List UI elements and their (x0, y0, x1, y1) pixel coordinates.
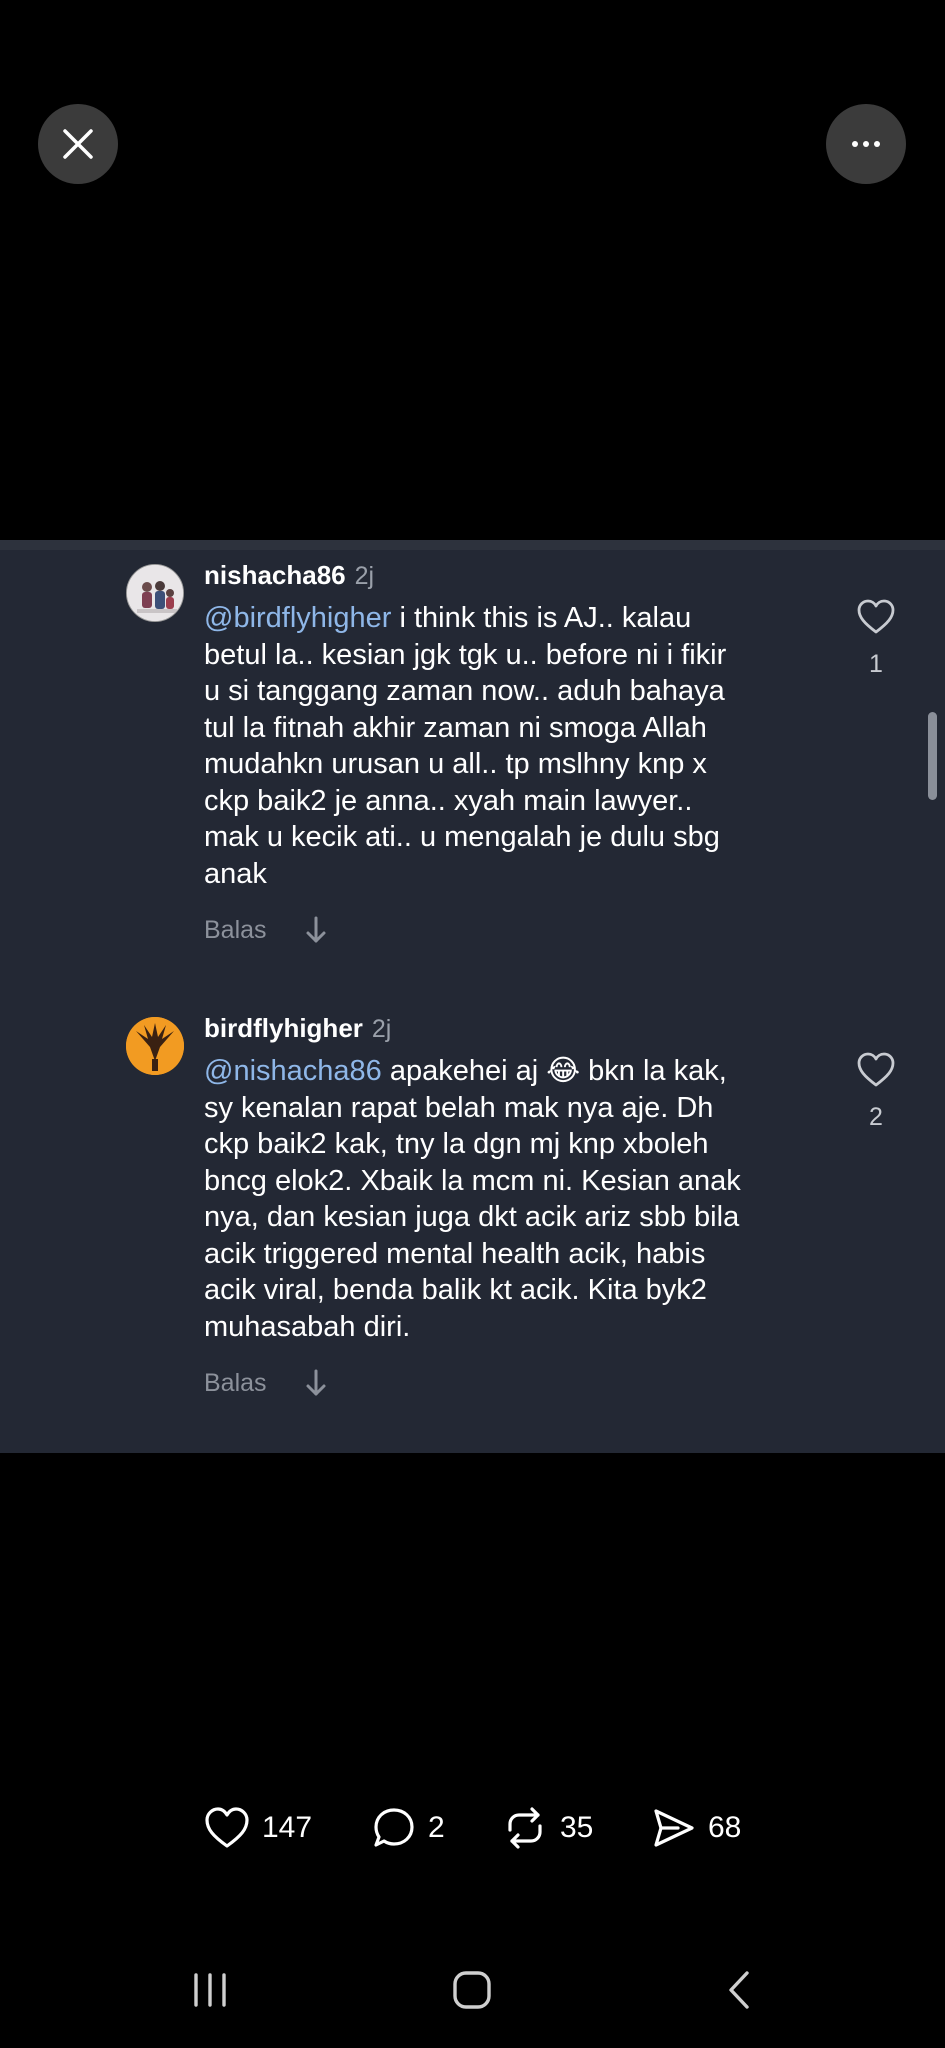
more-options-button[interactable] (826, 104, 906, 184)
reply-row: Balas (204, 1363, 327, 1403)
like-button[interactable]: 147 (204, 1800, 312, 1856)
comment-body: apakehei aj 😂 bkn la kak, sy kenalan rap… (204, 1055, 741, 1343)
repost-count: 35 (560, 1811, 594, 1844)
mention-link[interactable]: @nishacha86 (204, 1055, 382, 1087)
home-icon (453, 1971, 491, 2009)
bird-silhouette-avatar-icon (126, 1017, 184, 1075)
comment-like: 1 (852, 598, 900, 679)
heart-icon[interactable] (856, 598, 896, 636)
comment-count: 2 (428, 1811, 445, 1844)
home-button[interactable] (450, 1970, 494, 2010)
username[interactable]: birdflyhigher (204, 1013, 363, 1044)
avatar[interactable] (126, 1017, 184, 1075)
expand-replies-button[interactable] (305, 1368, 327, 1398)
arrow-down-icon (306, 1369, 326, 1396)
reply-button[interactable]: Balas (204, 916, 267, 945)
close-button[interactable] (38, 104, 118, 184)
close-icon (63, 129, 93, 159)
timestamp: 2j (354, 562, 375, 590)
arrow-down-icon (306, 916, 326, 943)
reply-button[interactable]: Balas (204, 1369, 267, 1398)
heart-icon[interactable] (856, 1051, 896, 1089)
like-count: 147 (262, 1811, 313, 1844)
post-action-bar: 147 2 35 68 (0, 1800, 945, 1856)
back-button[interactable] (724, 1970, 754, 2010)
comment-like: 2 (852, 1051, 900, 1132)
scrollbar[interactable] (928, 712, 937, 800)
timestamp: 2j (371, 1015, 392, 1043)
comment-text: @nishacha86 apakehei aj 😂 bkn la kak, sy… (204, 1053, 844, 1345)
recents-icon (194, 1973, 226, 2007)
comment-button[interactable]: 2 (372, 1800, 445, 1856)
family-photo-avatar-icon (127, 565, 183, 621)
like-count: 1 (869, 650, 883, 678)
mention-link[interactable]: @birdflyhigher (204, 602, 391, 634)
comment-body: i think this is AJ.. kalau betul la.. ke… (204, 602, 727, 890)
username[interactable]: nishacha86 (204, 560, 346, 591)
avatar[interactable] (126, 564, 184, 622)
send-icon (654, 1809, 694, 1847)
comment-bubble-icon (374, 1808, 414, 1847)
comment-meta: birdflyhigher 2j (204, 1013, 391, 1047)
like-count: 2 (869, 1103, 883, 1131)
share-button[interactable]: 68 (652, 1800, 741, 1856)
heart-icon (205, 1807, 249, 1848)
recents-button[interactable] (188, 1970, 232, 2010)
share-count: 68 (708, 1811, 742, 1844)
back-chevron-icon (729, 1971, 749, 2009)
comment-meta: nishacha86 2j (204, 560, 374, 594)
more-horizontal-icon (852, 141, 880, 147)
comment-text: @birdflyhigher i think this is AJ.. kala… (204, 600, 844, 892)
repost-icon (508, 1807, 542, 1849)
repost-button[interactable]: 35 (502, 1800, 593, 1856)
expand-replies-button[interactable] (305, 915, 327, 945)
system-navigation-bar (0, 1960, 945, 2020)
reply-row: Balas (204, 910, 327, 950)
